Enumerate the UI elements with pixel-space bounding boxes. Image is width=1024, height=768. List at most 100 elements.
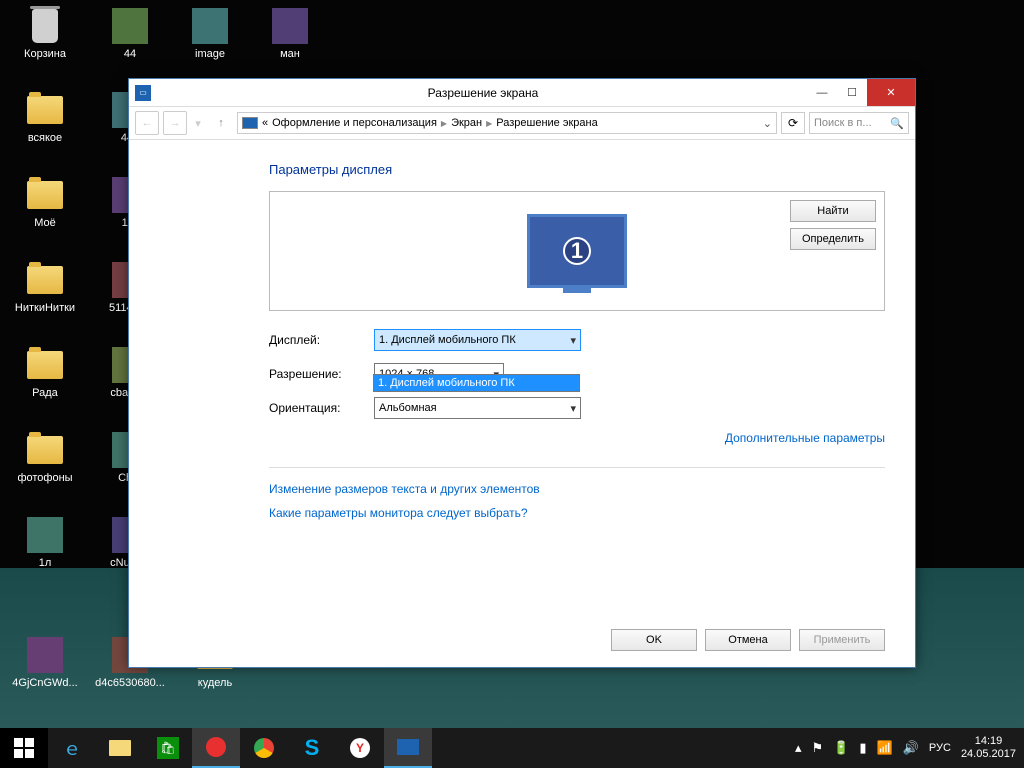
flag-icon[interactable]: ⚑ bbox=[812, 740, 824, 756]
ie-icon: ｅ bbox=[63, 735, 81, 761]
taskbar-explorer[interactable] bbox=[96, 728, 144, 768]
breadcrumb-item[interactable]: Экран bbox=[451, 117, 482, 129]
chevron-right-icon: ▶ bbox=[486, 119, 492, 128]
desktop-icon-image[interactable]: image bbox=[175, 6, 245, 60]
desktop-icon-44[interactable]: 44 bbox=[95, 6, 165, 60]
text-size-link[interactable]: Изменение размеров текста и других элеме… bbox=[269, 482, 885, 496]
icon-label: Корзина bbox=[10, 48, 80, 60]
history-dropdown[interactable]: ▾ bbox=[191, 111, 205, 135]
picture-icon bbox=[272, 8, 308, 44]
picture-icon bbox=[27, 517, 63, 553]
taskbar-skype[interactable]: S bbox=[288, 728, 336, 768]
wifi-icon[interactable]: 📶 bbox=[877, 740, 893, 756]
desktop-icon-НиткиНитки[interactable]: НиткиНитки bbox=[10, 260, 80, 314]
icon-label: всякое bbox=[10, 132, 80, 144]
display-dropdown: 1. Дисплей мобильного ПК bbox=[373, 374, 580, 392]
navbar: ← → ▾ ↑ « Оформление и персонализация ▶ … bbox=[129, 107, 915, 140]
icon-label: НиткиНитки bbox=[10, 302, 80, 314]
resolution-label: Разрешение: bbox=[269, 367, 374, 381]
desktop-icon-Корзина[interactable]: Корзина bbox=[10, 6, 80, 60]
desktop[interactable]: Корзина44imageманвсякое444Моё111НиткиНит… bbox=[0, 0, 1024, 728]
network-icon[interactable]: ▮ bbox=[859, 740, 866, 756]
icon-label: кудель bbox=[180, 677, 250, 689]
desktop-icon-1л[interactable]: 1л bbox=[10, 515, 80, 569]
detect-button[interactable]: Определить bbox=[790, 228, 876, 250]
trash-icon bbox=[32, 9, 58, 43]
folder-icon bbox=[109, 740, 131, 756]
screen-resolution-window: ▭ Разрешение экрана — ☐ ✕ ← → ▾ ↑ « Офор… bbox=[128, 78, 916, 668]
taskbar-chrome[interactable] bbox=[240, 728, 288, 768]
taskbar-ie[interactable]: ｅ bbox=[48, 728, 96, 768]
desktop-icon-фотофоны[interactable]: фотофоны bbox=[10, 430, 80, 484]
battery-icon[interactable]: 🔋 bbox=[833, 740, 849, 756]
desktop-icon-всякое[interactable]: всякое bbox=[10, 90, 80, 144]
picture-icon bbox=[192, 8, 228, 44]
yandex-icon: Y bbox=[350, 738, 370, 758]
address-bar[interactable]: « Оформление и персонализация ▶ Экран ▶ … bbox=[237, 112, 777, 134]
cancel-button[interactable]: Отмена bbox=[705, 629, 791, 651]
tray-expand-icon[interactable]: ▴ bbox=[795, 740, 802, 756]
folder-icon bbox=[27, 266, 63, 294]
folder-icon bbox=[27, 181, 63, 209]
back-button[interactable]: ← bbox=[135, 111, 159, 135]
icon-label: фотофоны bbox=[10, 472, 80, 484]
titlebar[interactable]: ▭ Разрешение экрана — ☐ ✕ bbox=[129, 79, 915, 107]
page-title: Параметры дисплея bbox=[269, 162, 885, 177]
breadcrumb-item[interactable]: Оформление и персонализация bbox=[272, 117, 437, 129]
display-preview: 1 Найти Определить bbox=[269, 191, 885, 311]
taskbar-store[interactable]: 🛍 bbox=[144, 728, 192, 768]
breadcrumb-item[interactable]: Разрешение экрана bbox=[496, 117, 597, 129]
start-button[interactable] bbox=[0, 728, 48, 768]
up-button[interactable]: ↑ bbox=[209, 111, 233, 135]
orientation-select[interactable]: Альбомная bbox=[374, 397, 581, 419]
control-panel-icon bbox=[397, 739, 419, 755]
folder-icon bbox=[27, 436, 63, 464]
refresh-button[interactable]: ⟳ bbox=[781, 112, 805, 134]
icon-label: 44 bbox=[95, 48, 165, 60]
find-button[interactable]: Найти bbox=[790, 200, 876, 222]
language-indicator[interactable]: РУС bbox=[929, 742, 951, 754]
taskbar-opera[interactable] bbox=[192, 728, 240, 768]
system-tray: ▴ ⚑ 🔋 ▮ 📶 🔊 РУС 14:19 24.05.2017 bbox=[795, 735, 1024, 761]
taskbar: ｅ 🛍 S Y ▴ ⚑ 🔋 ▮ 📶 🔊 РУС 14:19 24.05.2017 bbox=[0, 728, 1024, 768]
taskbar-yandex[interactable]: Y bbox=[336, 728, 384, 768]
window-title: Разрешение экрана bbox=[159, 86, 807, 100]
chrome-icon bbox=[254, 738, 274, 758]
picture-icon bbox=[27, 637, 63, 673]
monitor-preview[interactable]: 1 bbox=[527, 214, 627, 288]
clock[interactable]: 14:19 24.05.2017 bbox=[961, 735, 1016, 761]
divider bbox=[269, 467, 885, 468]
advanced-link[interactable]: Дополнительные параметры bbox=[269, 431, 885, 445]
search-icon: 🔍 bbox=[890, 117, 904, 130]
icon-label: image bbox=[175, 48, 245, 60]
search-input[interactable]: Поиск в п... 🔍 bbox=[809, 112, 909, 134]
icon-label: Рада bbox=[10, 387, 80, 399]
desktop-icon-Моё[interactable]: Моё bbox=[10, 175, 80, 229]
taskbar-control-panel[interactable] bbox=[384, 728, 432, 768]
desktop-icon-4GjCnGWd...[interactable]: 4GjCnGWd... bbox=[10, 635, 80, 689]
close-button[interactable]: ✕ bbox=[867, 79, 915, 106]
chevron-right-icon: ▶ bbox=[441, 119, 447, 128]
content-area: Параметры дисплея 1 Найти Определить Дис… bbox=[129, 140, 915, 667]
control-panel-icon: ▭ bbox=[135, 85, 151, 101]
forward-button[interactable]: → bbox=[163, 111, 187, 135]
monitor-icon bbox=[242, 117, 258, 129]
maximize-button[interactable]: ☐ bbox=[837, 79, 867, 106]
which-monitor-link[interactable]: Какие параметры монитора следует выбрать… bbox=[269, 506, 885, 520]
folder-icon bbox=[27, 96, 63, 124]
volume-icon[interactable]: 🔊 bbox=[903, 740, 919, 756]
display-option[interactable]: 1. Дисплей мобильного ПК bbox=[374, 375, 579, 391]
picture-icon bbox=[112, 8, 148, 44]
desktop-icon-ман[interactable]: ман bbox=[255, 6, 325, 60]
apply-button[interactable]: Применить bbox=[799, 629, 885, 651]
ok-button[interactable]: OK bbox=[611, 629, 697, 651]
dialog-buttons: OK Отмена Применить bbox=[611, 629, 885, 651]
icon-label: 1л bbox=[10, 557, 80, 569]
display-select[interactable]: 1. Дисплей мобильного ПК bbox=[374, 329, 581, 351]
address-dropdown-icon[interactable]: ⌄ bbox=[763, 117, 772, 130]
minimize-button[interactable]: — bbox=[807, 79, 837, 106]
icon-label: d4c6530680... bbox=[95, 677, 165, 689]
icon-label: 4GjCnGWd... bbox=[10, 677, 80, 689]
desktop-icon-Рада[interactable]: Рада bbox=[10, 345, 80, 399]
skype-icon: S bbox=[305, 735, 320, 761]
